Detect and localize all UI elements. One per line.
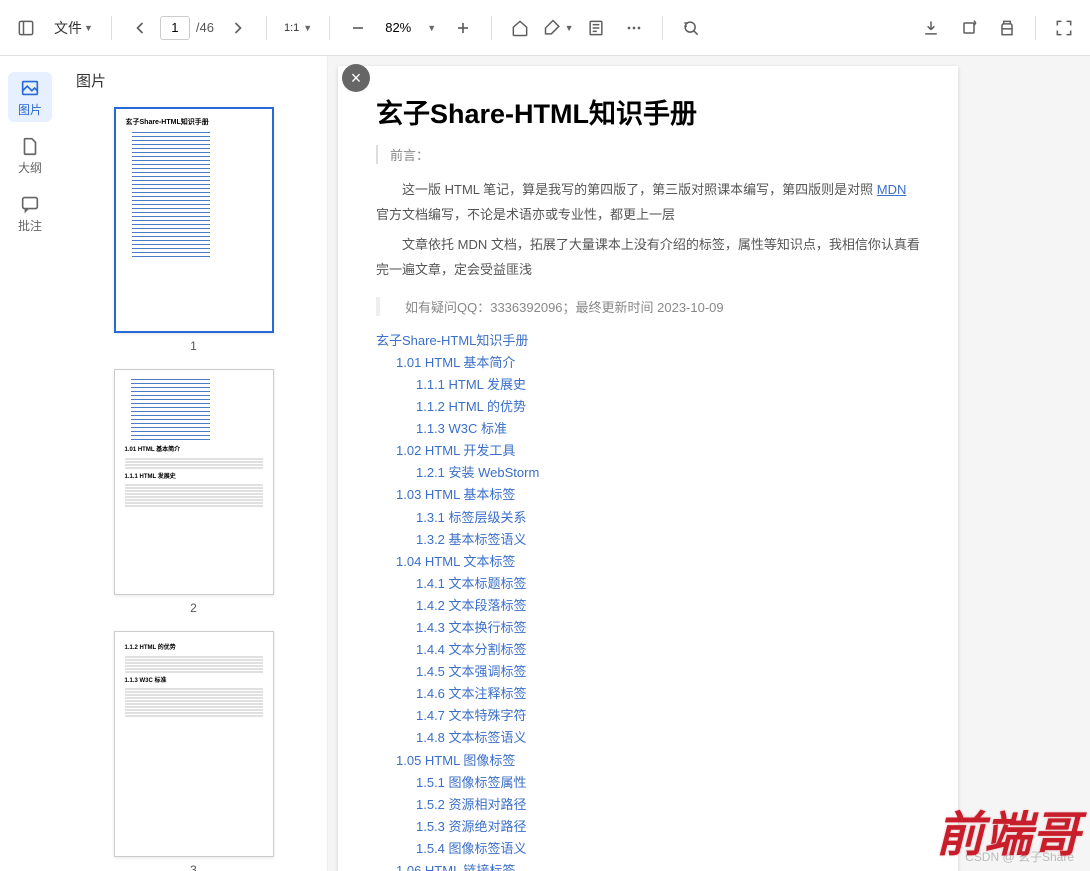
toc-link[interactable]: 1.03 HTML 基本标签	[396, 484, 920, 506]
image-icon	[19, 77, 41, 99]
sidebar-tab-outline[interactable]: 大纲	[8, 130, 52, 180]
toc-link[interactable]: 1.4.5 文本强调标签	[416, 661, 920, 683]
toc-link[interactable]: 1.4.8 文本标签语义	[416, 727, 920, 749]
close-panel-button[interactable]: ×	[342, 64, 370, 92]
document-icon	[19, 135, 41, 157]
doc-title: 玄子Share-HTML知识手册	[376, 92, 920, 131]
doc-paragraph: 这一版 HTML 笔记，算是我写的第四版了，第三版对照课本编写，第四版则是对照 …	[376, 178, 920, 227]
toc-link[interactable]: 1.4.7 文本特殊字符	[416, 705, 920, 727]
toc-link[interactable]: 1.02 HTML 开发工具	[396, 440, 920, 462]
thumbnail-number: 3	[190, 857, 197, 871]
highlight-button[interactable]: ▼	[540, 10, 576, 46]
chevron-down-icon: ▼	[565, 23, 574, 33]
search-button[interactable]	[673, 10, 709, 46]
document-scroll[interactable]: 玄子Share-HTML知识手册 前言： 这一版 HTML 笔记，算是我写的第四…	[328, 56, 1090, 871]
comment-icon	[19, 193, 41, 215]
sidebar-tab-annot[interactable]: 批注	[8, 188, 52, 238]
separator	[266, 16, 267, 40]
document-viewport: 玄子Share-HTML知识手册 前言： 这一版 HTML 笔记，算是我写的第四…	[328, 56, 1090, 871]
chevron-down-icon: ▼	[84, 23, 93, 33]
thumbnails-header: 图片	[60, 56, 327, 101]
preface-label: 前言：	[376, 145, 920, 164]
file-menu[interactable]: 文件▼	[46, 10, 101, 46]
toc-link[interactable]: 1.4.4 文本分割标签	[416, 639, 920, 661]
page-number-input[interactable]	[160, 16, 190, 40]
left-sidebar: 图片 大纲 批注	[0, 56, 60, 871]
toc-link[interactable]: 1.1.1 HTML 发展史	[416, 374, 920, 396]
prev-page-button[interactable]	[122, 10, 158, 46]
zoom-level-select[interactable]: 82% ▼	[378, 14, 443, 42]
chevron-down-icon: ▼	[303, 23, 312, 33]
sidebar-tab-images[interactable]: 图片	[8, 72, 52, 122]
thumbnail-number: 1	[190, 333, 197, 363]
toc-link[interactable]: 1.05 HTML 图像标签	[396, 750, 920, 772]
separator	[1035, 16, 1036, 40]
print-button[interactable]	[989, 10, 1025, 46]
toc-link[interactable]: 玄子Share-HTML知识手册	[376, 330, 920, 352]
zoom-in-button[interactable]	[445, 10, 481, 46]
rotate-button[interactable]	[951, 10, 987, 46]
thumbnail-number: 2	[190, 595, 197, 625]
file-menu-label: 文件	[54, 18, 82, 38]
toc-link[interactable]: 1.1.3 W3C 标准	[416, 418, 920, 440]
separator	[662, 16, 663, 40]
toc-link[interactable]: 1.1.2 HTML 的优势	[416, 396, 920, 418]
home-button[interactable]	[502, 10, 538, 46]
toc-link[interactable]: 1.3.2 基本标签语义	[416, 529, 920, 551]
page-total-label: /46	[192, 20, 218, 35]
toc-link[interactable]: 1.5.3 资源绝对路径	[416, 816, 920, 838]
chevron-down-icon: ▼	[427, 23, 436, 33]
next-page-button[interactable]	[220, 10, 256, 46]
toc-link[interactable]: 1.04 HTML 文本标签	[396, 551, 920, 573]
more-button[interactable]	[616, 10, 652, 46]
toc-link[interactable]: 1.5.2 资源相对路径	[416, 794, 920, 816]
sidebar-tab-label: 图片	[18, 101, 42, 118]
main-toolbar: 文件▼ /46 1:1▼ 82%▼ ▼	[0, 0, 1090, 56]
document-page: 玄子Share-HTML知识手册 前言： 这一版 HTML 笔记，算是我写的第四…	[338, 66, 958, 871]
toc-link[interactable]: 1.5.4 图像标签语义	[416, 838, 920, 860]
separator	[329, 16, 330, 40]
fit-mode-select[interactable]: 1:1 ▼	[277, 14, 319, 42]
toc-link[interactable]: 1.4.2 文本段落标签	[416, 595, 920, 617]
thumbnail[interactable]: 1.01 HTML 基本简介1.1.1 HTML 发展史2	[114, 369, 274, 625]
fullscreen-button[interactable]	[1046, 10, 1082, 46]
download-button[interactable]	[913, 10, 949, 46]
zoom-level-label: 82%	[385, 20, 423, 35]
table-of-contents: 玄子Share-HTML知识手册1.01 HTML 基本简介1.1.1 HTML…	[376, 330, 920, 871]
zoom-out-button[interactable]	[340, 10, 376, 46]
thumbnails-panel: 图片 玄子Share-HTML知识手册11.01 HTML 基本简介1.1.1 …	[60, 56, 328, 871]
fit-mode-label: 1:1	[284, 22, 299, 34]
toc-link[interactable]: 1.4.1 文本标题标签	[416, 573, 920, 595]
text-tool-button[interactable]	[578, 10, 614, 46]
main-area: 图片 大纲 批注 图片 玄子Share-HTML知识手册11.01 HTML 基…	[0, 56, 1090, 871]
separator	[111, 16, 112, 40]
toc-link[interactable]: 1.2.1 安装 WebStorm	[416, 462, 920, 484]
contact-info: 如有疑问QQ：3336392096；最终更新时间 2023-10-09	[376, 297, 920, 316]
toc-link[interactable]: 1.3.1 标签层级关系	[416, 507, 920, 529]
sidebar-toggle-button[interactable]	[8, 10, 44, 46]
toc-link[interactable]: 1.5.1 图像标签属性	[416, 772, 920, 794]
separator	[491, 16, 492, 40]
mdn-link[interactable]: MDN	[877, 182, 907, 197]
thumbnails-list[interactable]: 玄子Share-HTML知识手册11.01 HTML 基本简介1.1.1 HTM…	[60, 101, 327, 871]
toc-link[interactable]: 1.4.3 文本换行标签	[416, 617, 920, 639]
thumbnail[interactable]: 玄子Share-HTML知识手册1	[114, 107, 274, 363]
sidebar-tab-label: 批注	[18, 217, 42, 234]
sidebar-tab-label: 大纲	[18, 159, 42, 176]
toc-link[interactable]: 1.01 HTML 基本简介	[396, 352, 920, 374]
toc-link[interactable]: 1.06 HTML 链接标签	[396, 860, 920, 871]
toc-link[interactable]: 1.4.6 文本注释标签	[416, 683, 920, 705]
thumbnail[interactable]: 1.1.2 HTML 的优势1.1.3 W3C 标准3	[114, 631, 274, 871]
doc-paragraph: 文章依托 MDN 文档，拓展了大量课本上没有介绍的标签，属性等知识点，我相信你认…	[376, 233, 920, 282]
